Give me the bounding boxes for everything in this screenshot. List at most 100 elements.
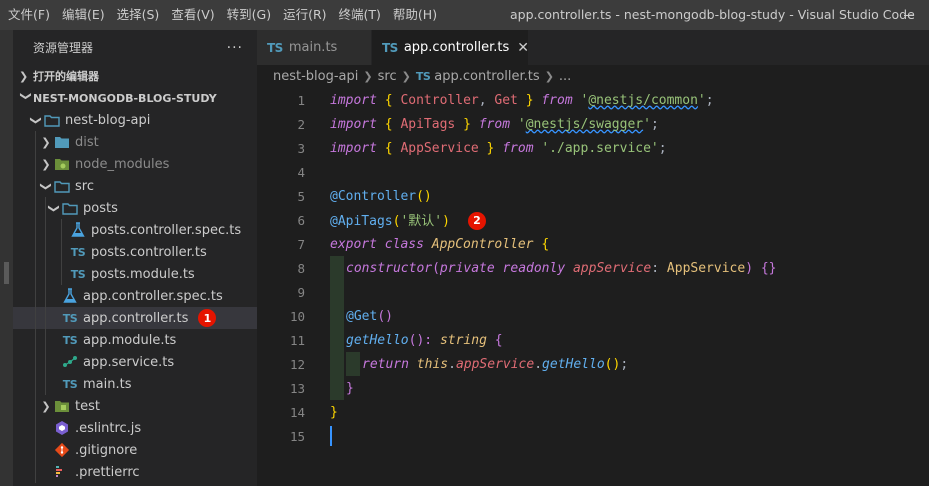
indent-guide <box>61 241 62 263</box>
tab-app-controller-ts[interactable]: TS app.controller.ts ✕ <box>372 30 529 65</box>
tree-file-app-service[interactable]: ❯ app.service.ts <box>13 351 257 373</box>
token: : <box>651 260 667 276</box>
code-line-8: 8 constructor(private readonly appServic… <box>257 256 929 280</box>
line-number: 7 <box>297 236 305 252</box>
code-text: constructor(private readonly appService:… <box>346 261 777 276</box>
token: { <box>376 140 401 156</box>
open-editors-section[interactable]: ❯ 打开的编辑器 <box>13 65 257 87</box>
close-icon[interactable]: ✕ <box>517 40 529 56</box>
tree-folder-test[interactable]: ❯ test <box>13 395 257 417</box>
token: @Controller <box>330 188 417 204</box>
token: AppService <box>400 140 479 156</box>
token: appService <box>455 356 535 372</box>
token: , <box>478 92 495 108</box>
editor-tabs: TS main.ts TS app.controller.ts ✕ <box>257 30 929 65</box>
minimize-button[interactable] <box>889 0 929 30</box>
breadcrumb-item[interactable]: nest-blog-api <box>273 69 358 84</box>
ts-glyph: TS <box>62 311 78 325</box>
line-number: 5 <box>297 188 305 204</box>
tree-folder-nest-blog-api[interactable]: ❯ nest-blog-api <box>13 109 257 131</box>
token: ) <box>745 260 761 276</box>
tree-file-app-controller[interactable]: ❯ TS app.controller.ts 1 <box>13 307 257 329</box>
tree-folder-dist[interactable]: ❯ dist <box>13 131 257 153</box>
code-line-7: 7 export class AppController { <box>257 232 929 256</box>
token: Get <box>494 92 518 108</box>
token: from <box>478 116 511 132</box>
tree-file-main[interactable]: ❯ TS main.ts <box>13 373 257 395</box>
token: () <box>416 188 432 204</box>
tree-label: .eslintrc.js <box>75 420 142 436</box>
token: ' <box>572 92 589 108</box>
tree-folder-node-modules[interactable]: ❯ node_modules <box>13 153 257 175</box>
menu-go[interactable]: 转到(G) <box>221 0 277 30</box>
code-line-11: 11 getHello(): string { <box>257 328 929 352</box>
code-text: @ApiTags('默认') 2 <box>330 210 486 230</box>
tree-label: posts.module.ts <box>91 266 195 282</box>
indent-guide <box>35 329 36 351</box>
indent-guide <box>35 373 36 395</box>
breadcrumb-item[interactable]: app.controller.ts <box>434 69 539 84</box>
indent-guide <box>61 219 62 241</box>
chevron-down-icon: ❯ <box>19 91 33 101</box>
token: { <box>376 116 401 132</box>
menu-file[interactable]: 文件(F) <box>2 0 56 30</box>
ts-glyph: TS <box>62 377 78 391</box>
line-number: 11 <box>289 332 305 348</box>
token: { <box>533 236 550 252</box>
tab-label: app.controller.ts <box>403 40 510 55</box>
tree-label: dist <box>75 134 99 150</box>
folder-open-icon <box>61 200 79 216</box>
tree-file-eslintrc[interactable]: ❯ .eslintrc.js <box>13 417 257 439</box>
breadcrumb-item[interactable]: ... <box>559 69 571 84</box>
tree-file-posts-module[interactable]: ❯ TS posts.module.ts <box>13 263 257 285</box>
tree-label: .gitignore <box>75 442 138 458</box>
menu-edit[interactable]: 编辑(E) <box>56 0 111 30</box>
code-line-4: 4 <box>257 160 929 184</box>
open-editors-label: 打开的编辑器 <box>33 70 99 83</box>
menu-selection[interactable]: 选择(S) <box>111 0 166 30</box>
tree-label: main.ts <box>83 376 132 392</box>
tab-main-ts[interactable]: TS main.ts <box>257 30 372 65</box>
code-text: @Get() <box>346 309 393 324</box>
menu-help[interactable]: 帮助(H) <box>387 0 443 30</box>
explorer-title: 资源管理器 <box>33 41 94 55</box>
workspace-section[interactable]: ❯ NEST-MONGODB-BLOG-STUDY <box>13 87 257 109</box>
token: @ApiTags <box>330 214 393 230</box>
more-actions-icon[interactable]: ··· <box>227 40 243 56</box>
token: from <box>541 92 573 108</box>
tab-label: main.ts <box>288 40 338 55</box>
tree-file-app-controller-spec[interactable]: ❯ app.controller.spec.ts <box>13 285 257 307</box>
tree-file-posts-controller[interactable]: ❯ TS posts.controller.ts <box>13 241 257 263</box>
title-bar: 文件(F) 编辑(E) 选择(S) 查看(V) 转到(G) 运行(R) 终端(T… <box>0 0 929 30</box>
token: @Get <box>346 308 378 324</box>
breadcrumb-item[interactable]: src <box>378 69 397 84</box>
indent-guide <box>35 307 36 329</box>
tree-file-posts-controller-spec[interactable]: ❯ posts.controller.spec.ts <box>13 219 257 241</box>
token: ; <box>620 356 629 372</box>
code-editor[interactable]: 1 import { Controller, Get } from '@nest… <box>257 88 929 486</box>
token: ; <box>705 92 714 108</box>
typescript-icon: TS <box>267 40 283 55</box>
tree-folder-src[interactable]: ❯ src <box>13 175 257 197</box>
line-number: 10 <box>289 308 305 324</box>
tree-file-app-module[interactable]: ❯ TS app.module.ts <box>13 329 257 351</box>
indent-guide <box>35 197 36 219</box>
menu-run[interactable]: 运行(R) <box>277 0 332 30</box>
chevron-down-icon: ❯ <box>39 181 53 191</box>
token: ApiTags <box>400 116 456 132</box>
line-number: 13 <box>289 380 305 396</box>
tree-folder-posts[interactable]: ❯ posts <box>13 197 257 219</box>
indent-guide <box>35 395 36 417</box>
annotation-badge: 1 <box>198 309 217 327</box>
menu-terminal[interactable]: 终端(T) <box>333 0 387 30</box>
token: private readonly <box>439 260 566 276</box>
tree-file-gitignore[interactable]: ❯ .gitignore <box>13 439 257 461</box>
indent-guide <box>35 153 36 175</box>
tree-file-prettierrc[interactable]: ❯ .prettierrc <box>13 461 257 483</box>
indent-guide <box>45 241 46 263</box>
activity-bar <box>0 30 13 486</box>
token: return <box>362 356 409 372</box>
explorer-header: 资源管理器 ··· <box>13 30 257 65</box>
line-number: 3 <box>297 140 305 156</box>
menu-view[interactable]: 查看(V) <box>165 0 220 30</box>
